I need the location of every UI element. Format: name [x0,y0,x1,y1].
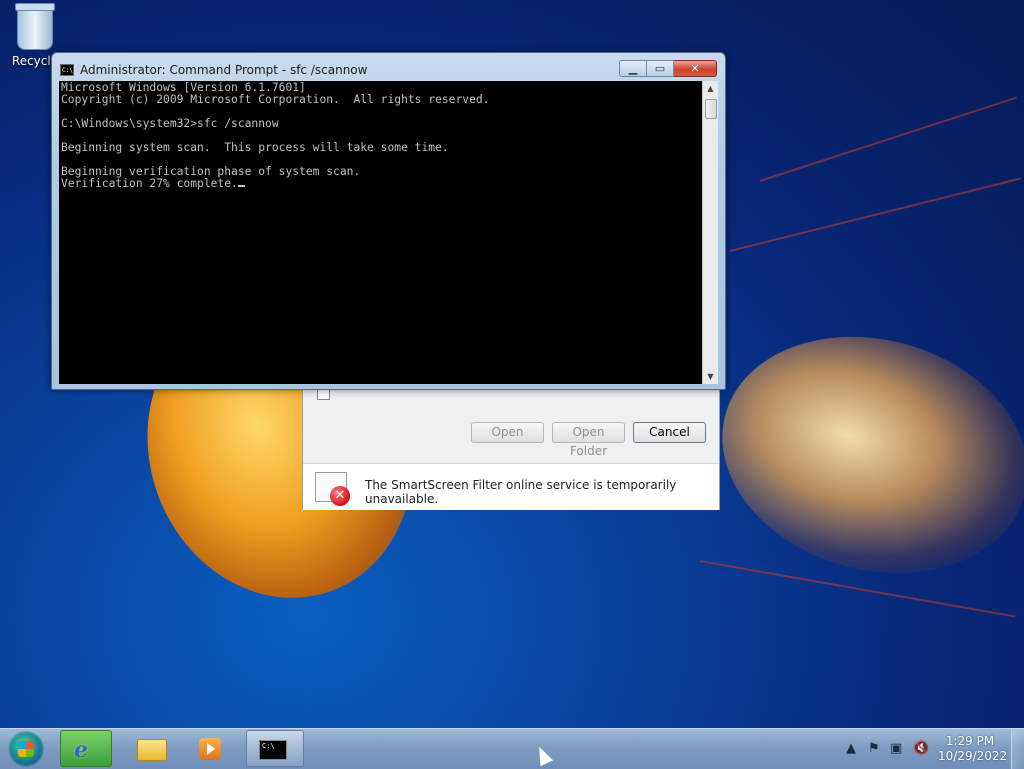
command-prompt-window[interactable]: C:\ Administrator: Command Prompt - sfc … [51,52,726,390]
taskbar-command-prompt[interactable]: C:\ [246,730,304,767]
taskbar-media-player[interactable] [185,730,237,767]
verification-progress-text: Verification 27% complete. [61,177,238,190]
cancel-button[interactable]: Cancel [633,422,706,443]
volume-muted-icon[interactable]: 🔇 [913,741,929,756]
download-dialog[interactable]: Open Open Folder Cancel ✕ The SmartScree… [302,380,720,510]
taskbar-windows-explorer[interactable] [125,730,177,767]
scroll-down-icon[interactable]: ▼ [703,369,718,384]
open-button[interactable]: Open [471,422,544,443]
maximize-icon: ▭ [654,62,666,75]
command-prompt-icon[interactable]: C:\ [60,64,74,76]
folder-icon [137,739,167,761]
internet-explorer-icon: e [74,737,88,763]
vertical-scrollbar[interactable]: ▲ ▼ [702,81,718,384]
console-line: Copyright (c) 2009 Microsoft Corporation… [61,93,490,106]
clock-time: 1:29 PM [945,734,995,748]
error-icon: ✕ [315,472,350,506]
scroll-up-icon[interactable]: ▲ [703,81,718,96]
console-line-progress: Verification 27% complete. [61,178,700,190]
wallpaper-streak [729,177,1022,252]
command-prompt-icon: C:\ [259,740,287,760]
clock[interactable]: 1:29 PM 10/29/2022 [938,734,1008,764]
smartscreen-message: The SmartScreen Filter online service is… [365,478,677,506]
show-hidden-icons-icon[interactable]: ▲ [846,741,856,756]
show-desktop-button[interactable] [1011,729,1024,769]
text-cursor [237,185,245,187]
wallpaper-streak [759,96,1018,182]
close-icon: ✕ [690,62,700,75]
download-dialog-body: Open Open Folder Cancel [303,381,719,463]
system-tray: ▲ ⚑ ▣ 🔇 1:29 PM 10/29/2022 [840,729,1024,769]
console-line: C:\Windows\system32>sfc /scannow [61,117,279,130]
clock-date: 10/29/2022 [938,749,1008,763]
start-button[interactable] [8,731,44,767]
network-icon[interactable]: ▣ [890,741,902,756]
open-folder-button[interactable]: Open Folder [552,422,625,458]
console-output[interactable]: Microsoft Windows [Version 6.1.7601] Cop… [59,81,702,384]
minimize-icon: ▁ [628,62,638,75]
wallpaper-jellyfish-tentacles [695,303,1024,607]
console-line: Beginning system scan. This process will… [61,141,449,154]
minimize-button[interactable]: ▁ [619,60,647,77]
scrollbar-thumb[interactable] [705,99,717,119]
taskbar-internet-explorer[interactable]: e [60,730,112,767]
close-button[interactable]: ✕ [674,60,717,77]
recycle-bin-icon [15,3,55,50]
smartscreen-notice: ✕ The SmartScreen Filter online service … [303,463,719,510]
window-title: Administrator: Command Prompt - sfc /sca… [80,63,368,77]
media-player-icon [199,738,221,760]
maximize-button[interactable]: ▭ [647,60,674,77]
taskbar: e C:\ ▲ ⚑ ▣ 🔇 1:29 PM 10/29/2022 [0,728,1024,769]
caption-buttons: ▁ ▭ ✕ [619,60,717,77]
title-bar[interactable]: C:\ Administrator: Command Prompt - sfc … [60,61,367,79]
action-center-flag-icon[interactable]: ⚑ [868,741,880,756]
